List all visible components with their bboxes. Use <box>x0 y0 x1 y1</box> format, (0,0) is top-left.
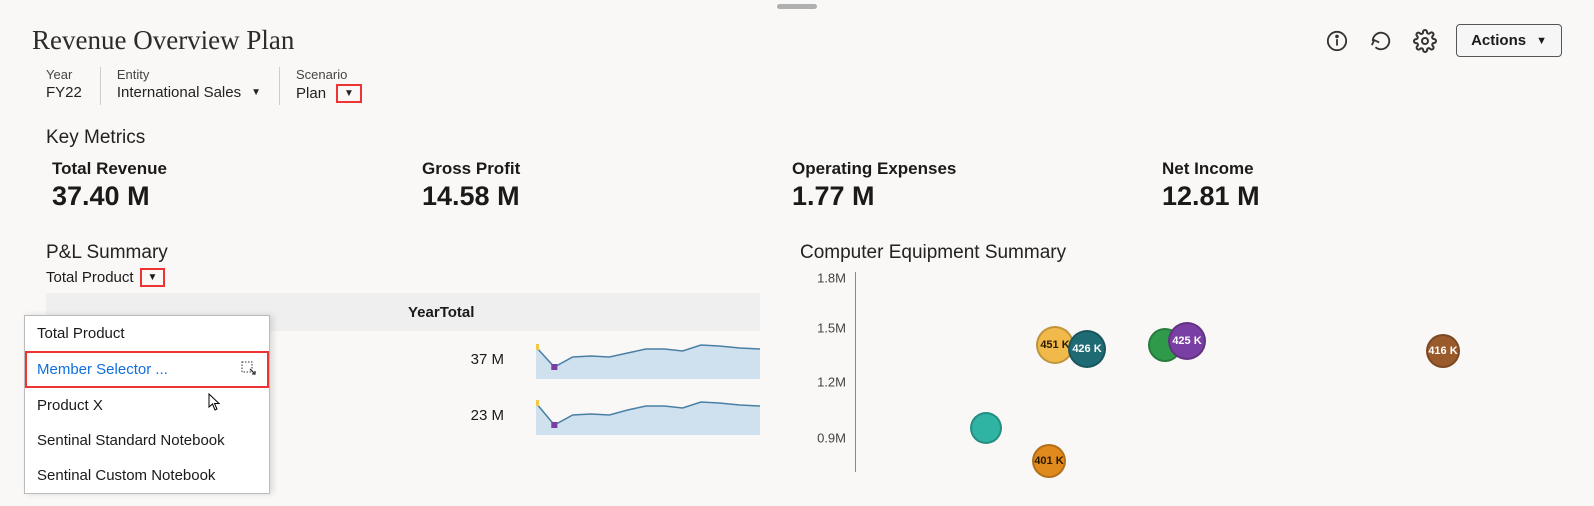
metric-value: 12.81 M <box>1162 181 1532 212</box>
dropdown-item-member-selector[interactable]: Member Selector ... <box>25 351 269 388</box>
pov-scenario-value: Plan <box>296 85 326 102</box>
key-metrics-title: Key Metrics <box>0 113 1594 149</box>
bubble[interactable]: 401 K <box>1032 444 1066 478</box>
y-tick: 1.8M <box>817 271 846 286</box>
metric-label: Operating Expenses <box>792 159 1162 179</box>
info-icon[interactable] <box>1324 28 1350 54</box>
highlight-box: ▼ <box>140 268 166 287</box>
pnl-product-selector[interactable]: Total Product ▼ <box>46 264 760 287</box>
bubble[interactable] <box>970 412 1002 444</box>
pov-scenario[interactable]: Scenario Plan ▼ <box>296 67 380 103</box>
equipment-title: Computer Equipment Summary <box>800 242 1594 264</box>
pov-bar: Year FY22 Entity International Sales ▼ S… <box>0 61 1594 113</box>
metric-operating-expenses: Operating Expenses 1.77 M <box>792 159 1162 212</box>
member-selector-icon <box>241 361 257 378</box>
chevron-down-icon[interactable]: ▼ <box>148 272 158 283</box>
y-tick: 1.5M <box>817 321 846 336</box>
bubble[interactable]: 425 K <box>1168 322 1206 360</box>
refresh-icon[interactable] <box>1368 28 1394 54</box>
divider <box>100 67 101 105</box>
bubble[interactable]: 416 K <box>1426 334 1460 368</box>
header-actions: Actions ▼ <box>1324 24 1562 57</box>
pov-year: Year FY22 <box>46 67 100 101</box>
metric-value: 14.58 M <box>422 181 792 212</box>
dropdown-item-sentinal-standard[interactable]: Sentinal Standard Notebook <box>25 423 269 458</box>
pov-year-value: FY22 <box>46 84 82 101</box>
chevron-down-icon[interactable]: ▼ <box>251 87 261 98</box>
metrics-row: Total Revenue 37.40 M Gross Profit 14.58… <box>0 149 1594 212</box>
divider <box>279 67 280 105</box>
y-tick: 1.2M <box>817 375 846 390</box>
metric-value: 37.40 M <box>52 181 422 212</box>
drag-handle[interactable] <box>777 4 817 9</box>
pov-entity-value: International Sales <box>117 84 241 101</box>
equipment-panel: Computer Equipment Summary 1.8M 1.5M 1.2… <box>800 242 1594 472</box>
dropdown-item-label: Member Selector ... <box>37 361 168 378</box>
highlight-box: ▼ <box>336 84 362 103</box>
gear-icon[interactable] <box>1412 28 1438 54</box>
actions-label: Actions <box>1471 32 1526 49</box>
pnl-selector-value: Total Product <box>46 269 134 286</box>
col-header-yeartotal: YearTotal <box>408 304 474 321</box>
pnl-title: P&L Summary <box>46 242 760 264</box>
metric-net-income: Net Income 12.81 M <box>1162 159 1532 212</box>
metric-label: Net Income <box>1162 159 1532 179</box>
sparkline <box>536 395 760 435</box>
header: Revenue Overview Plan Actions ▼ <box>0 0 1594 61</box>
bubble-chart: 1.8M 1.5M 1.2M 0.9M 401 K451 K426 K425 K… <box>800 272 1490 472</box>
pov-year-label: Year <box>46 67 82 82</box>
chevron-down-icon[interactable]: ▼ <box>344 88 354 99</box>
pov-entity[interactable]: Entity International Sales ▼ <box>117 67 279 101</box>
page-title: Revenue Overview Plan <box>32 25 294 56</box>
chevron-down-icon: ▼ <box>1536 35 1547 47</box>
pov-entity-label: Entity <box>117 67 261 82</box>
dropdown-item-product-x[interactable]: Product X <box>25 388 269 423</box>
metric-gross-profit: Gross Profit 14.58 M <box>422 159 792 212</box>
metric-label: Gross Profit <box>422 159 792 179</box>
bubble[interactable]: 426 K <box>1068 330 1106 368</box>
y-axis <box>855 272 856 472</box>
y-tick: 0.9M <box>817 431 846 446</box>
metric-label: Total Revenue <box>52 159 422 179</box>
actions-button[interactable]: Actions ▼ <box>1456 24 1562 57</box>
product-dropdown[interactable]: Total Product Member Selector ... Produc… <box>24 315 270 494</box>
metric-total-revenue: Total Revenue 37.40 M <box>52 159 422 212</box>
dropdown-item-sentinal-custom[interactable]: Sentinal Custom Notebook <box>25 458 269 493</box>
dropdown-item-total-product[interactable]: Total Product <box>25 316 269 351</box>
metric-value: 1.77 M <box>792 181 1162 212</box>
sparkline <box>536 339 760 379</box>
pov-scenario-label: Scenario <box>296 67 362 82</box>
